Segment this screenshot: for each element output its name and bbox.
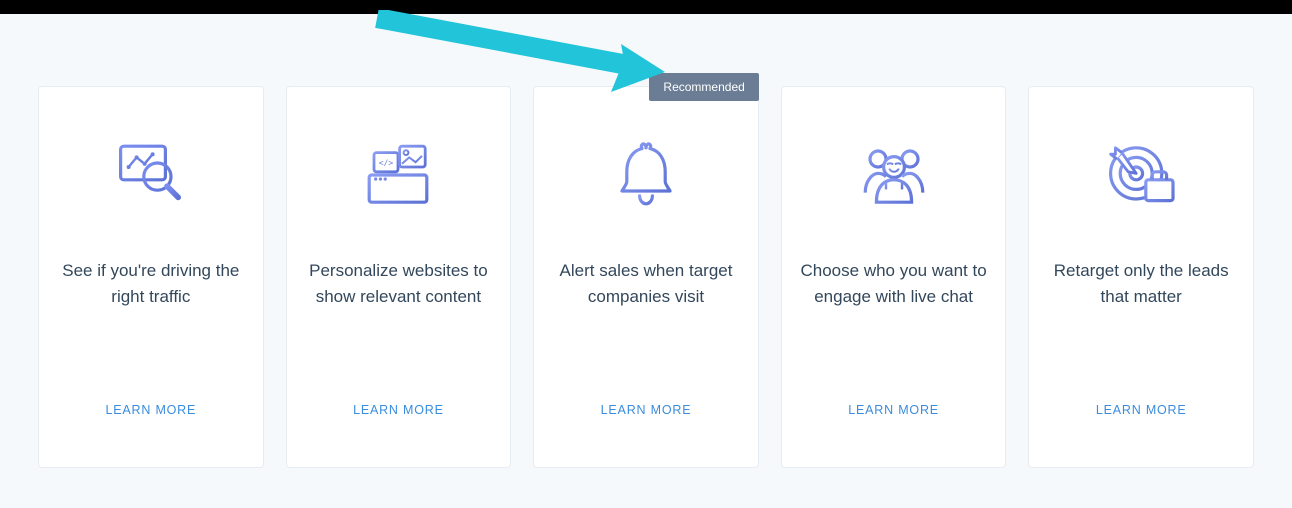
analytics-magnifier-icon xyxy=(111,127,191,222)
recommended-badge: Recommended xyxy=(649,73,758,101)
target-briefcase-icon xyxy=(1101,127,1181,222)
svg-text:</>: </> xyxy=(379,158,394,167)
people-group-icon xyxy=(854,127,934,222)
card-title: See if you're driving the right traffic xyxy=(57,258,245,311)
learn-more-link[interactable]: LEARN MORE xyxy=(353,403,444,417)
top-black-strip xyxy=(0,0,1292,14)
bell-icon xyxy=(606,127,686,222)
learn-more-link[interactable]: LEARN MORE xyxy=(105,403,196,417)
feature-cards-row: See if you're driving the right traffic … xyxy=(0,0,1292,508)
learn-more-link[interactable]: LEARN MORE xyxy=(1096,403,1187,417)
feature-card-live-chat[interactable]: Choose who you want to engage with live … xyxy=(781,86,1007,468)
website-layout-icon: </> xyxy=(358,127,438,222)
card-title: Choose who you want to engage with live … xyxy=(800,258,988,311)
card-title: Retarget only the leads that matter xyxy=(1047,258,1235,311)
card-title: Personalize websites to show relevant co… xyxy=(305,258,493,311)
learn-more-link[interactable]: LEARN MORE xyxy=(848,403,939,417)
card-title: Alert sales when target companies visit xyxy=(552,258,740,311)
feature-card-traffic[interactable]: See if you're driving the right traffic … xyxy=(38,86,264,468)
feature-card-retarget[interactable]: Retarget only the leads that matter LEAR… xyxy=(1028,86,1254,468)
feature-card-alert-sales[interactable]: Recommended Alert sales when target comp… xyxy=(533,86,759,468)
feature-card-personalize[interactable]: </> Personalize websites to show relevan… xyxy=(286,86,512,468)
learn-more-link[interactable]: LEARN MORE xyxy=(601,403,692,417)
